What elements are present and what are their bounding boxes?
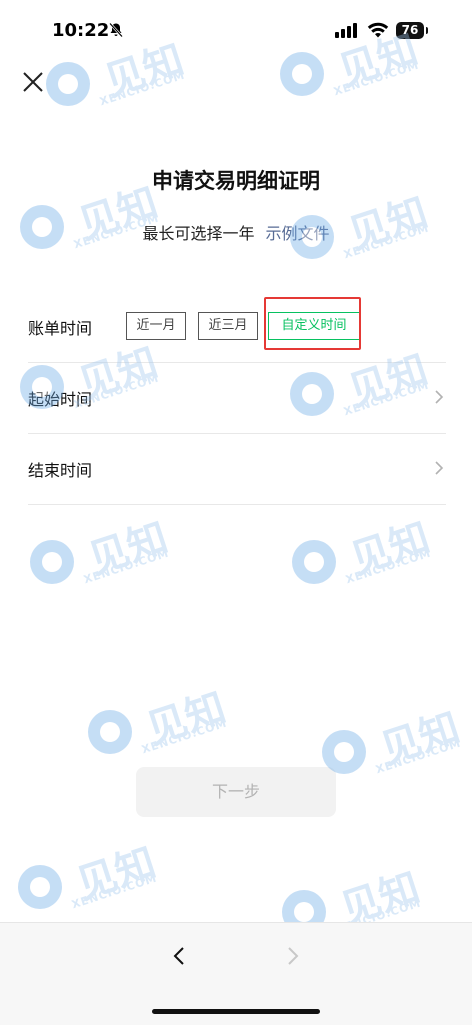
- chevron-right-icon: [434, 460, 444, 476]
- watermark-sub: XENCIO.COM: [70, 871, 159, 912]
- watermark-logo-icon: [46, 62, 90, 106]
- watermark-text: 见知: [141, 684, 232, 754]
- watermark-logo-icon: [18, 865, 62, 909]
- status-bar: 10:22 76: [0, 0, 472, 60]
- bell-muted-icon: [108, 22, 124, 42]
- back-arrow-icon[interactable]: [170, 945, 190, 967]
- next-step-button[interactable]: 下一步: [136, 767, 336, 817]
- watermark-sub: XENCIO.COM: [374, 736, 463, 777]
- watermark-sub: XENCIO.COM: [344, 546, 433, 587]
- watermark-text: 见知: [345, 514, 436, 584]
- chevron-right-icon: [434, 389, 444, 405]
- watermark-text: 见知: [83, 514, 174, 584]
- highlight-box: [264, 297, 361, 350]
- battery-icon: 76: [396, 22, 428, 39]
- watermark-text: 见知: [71, 839, 162, 909]
- bill-time-label: 账单时间: [28, 319, 93, 338]
- watermark-sub: XENCIO.COM: [82, 546, 171, 587]
- option-last-three-months[interactable]: 近三月: [198, 312, 258, 340]
- option-last-month[interactable]: 近一月: [126, 312, 186, 340]
- start-time-label: 起始时间: [28, 390, 93, 409]
- end-time-row[interactable]: 结束时间: [28, 434, 446, 505]
- page-title: 申请交易明细证明: [152, 169, 320, 193]
- watermark-logo-icon: [88, 710, 132, 754]
- watermark-logo-icon: [292, 540, 336, 584]
- status-time: 10:22: [52, 20, 110, 41]
- start-time-row[interactable]: 起始时间: [28, 363, 446, 434]
- date-form: 账单时间 近一月 近三月 自定义时间 起始时间 结束时间: [28, 292, 446, 505]
- watermark-sub: XENCIO.COM: [98, 68, 187, 109]
- close-icon[interactable]: [18, 67, 50, 99]
- example-file-link[interactable]: 示例文件: [266, 224, 330, 243]
- subtitle-row: 最长可选择一年 示例文件: [0, 220, 472, 244]
- wifi-icon: [367, 21, 389, 39]
- bill-time-row: 账单时间 近一月 近三月 自定义时间: [28, 292, 446, 363]
- cellular-signal-icon: [335, 22, 361, 38]
- max-range-hint: 最长可选择一年: [142, 224, 255, 243]
- watermark-sub: XENCIO.COM: [140, 716, 229, 757]
- bottom-nav-bar: [0, 922, 472, 1025]
- forward-arrow-icon[interactable]: [282, 945, 302, 967]
- watermark-logo-icon: [30, 540, 74, 584]
- watermark-text: 见知: [375, 704, 466, 774]
- watermark-sub: XENCIO.COM: [332, 58, 421, 99]
- end-time-label: 结束时间: [28, 461, 93, 480]
- home-indicator: [152, 1009, 320, 1014]
